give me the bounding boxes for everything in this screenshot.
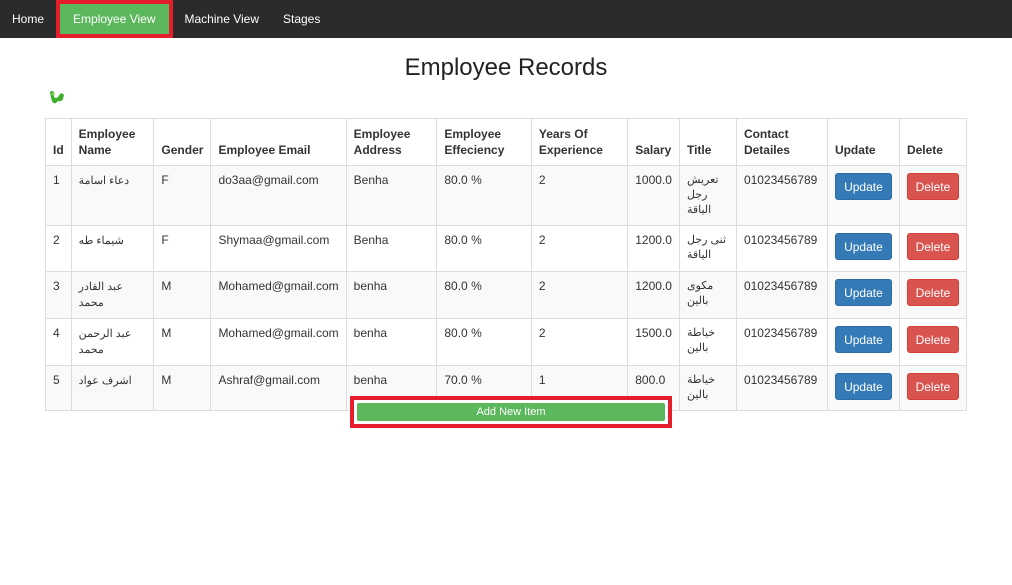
cell-email: Shymaa@gmail.com bbox=[210, 225, 347, 272]
header-email: Employee Email bbox=[210, 118, 347, 166]
cell-title: مكوى بالين bbox=[678, 271, 737, 319]
cell-efficiency: 80.0 % bbox=[436, 271, 532, 319]
cell-update: Update bbox=[826, 271, 900, 319]
delete-button[interactable]: Delete bbox=[906, 279, 959, 306]
cell-address: Benha bbox=[345, 165, 438, 226]
cell-title: خياطة بالين bbox=[678, 318, 737, 366]
cell-name-text: عبد القادر محمد bbox=[78, 281, 123, 309]
nav-stages-link[interactable]: Stages bbox=[271, 0, 332, 38]
cell-gender: F bbox=[153, 165, 212, 226]
header-name: Employee Name bbox=[70, 118, 155, 166]
cell-contact: 01023456789 bbox=[735, 318, 828, 366]
cell-experience: 2 bbox=[530, 271, 629, 319]
cell-experience: 2 bbox=[530, 165, 629, 226]
cell-email: Mohamed@gmail.com bbox=[210, 271, 347, 319]
cell-contact: 01023456789 bbox=[735, 365, 828, 411]
cell-id: 3 bbox=[45, 271, 72, 319]
cell-id: 1 bbox=[45, 165, 72, 226]
header-address: Employee Address bbox=[345, 118, 438, 166]
cell-name: اشرف عواد bbox=[70, 365, 155, 411]
cell-name-text: اشرف عواد bbox=[78, 375, 132, 387]
top-navbar: Home Employee View Machine View Stages bbox=[0, 0, 1012, 38]
header-update: Update bbox=[826, 118, 900, 166]
cell-gender: M bbox=[153, 271, 212, 319]
add-new-item-button[interactable]: Add New Item bbox=[357, 403, 665, 421]
cell-name-text: شيماء طه bbox=[78, 235, 124, 247]
cell-delete: Delete bbox=[898, 365, 968, 411]
cell-name-text: عبد الرحمن محمد bbox=[78, 328, 132, 356]
header-id: Id bbox=[45, 118, 72, 166]
cell-contact: 01023456789 bbox=[735, 165, 828, 226]
update-button[interactable]: Update bbox=[834, 233, 892, 260]
cell-update: Update bbox=[826, 318, 900, 366]
cell-title: تعريش رجل الياقة bbox=[678, 165, 737, 226]
delete-button[interactable]: Delete bbox=[906, 326, 959, 353]
add-item-highlight: Add New Item bbox=[350, 396, 672, 428]
cell-email: Ashraf@gmail.com bbox=[210, 365, 347, 411]
cell-name-text: دعاء اسامة bbox=[78, 175, 130, 187]
cell-experience: 2 bbox=[530, 225, 629, 272]
update-button[interactable]: Update bbox=[834, 173, 892, 200]
cell-name: شيماء طه bbox=[70, 225, 155, 272]
cell-email: Mohamed@gmail.com bbox=[210, 318, 347, 366]
employee-records-table: Id Employee Name Gender Employee Email E… bbox=[45, 118, 968, 411]
update-button[interactable]: Update bbox=[834, 373, 892, 400]
header-delete: Delete bbox=[898, 118, 968, 166]
cell-title: خياطة بالين bbox=[678, 365, 737, 411]
cell-id: 5 bbox=[45, 365, 72, 411]
table-row: 2 شيماء طه F Shymaa@gmail.com Benha 80.0… bbox=[45, 225, 968, 272]
broken-image-icon bbox=[50, 91, 64, 104]
cell-address: Benha bbox=[345, 225, 438, 272]
cell-gender: M bbox=[153, 365, 212, 411]
cell-name: عبد الرحمن محمد bbox=[70, 318, 155, 366]
cell-email: do3aa@gmail.com bbox=[210, 165, 347, 226]
table-row: 3 عبد القادر محمد M Mohamed@gmail.com be… bbox=[45, 271, 968, 319]
update-button[interactable]: Update bbox=[834, 326, 892, 353]
delete-button[interactable]: Delete bbox=[906, 233, 959, 260]
cell-update: Update bbox=[826, 225, 900, 272]
update-button[interactable]: Update bbox=[834, 279, 892, 306]
table-header-row: Id Employee Name Gender Employee Email E… bbox=[45, 118, 968, 166]
cell-salary: 1200.0 bbox=[627, 225, 680, 272]
cell-gender: F bbox=[153, 225, 212, 272]
cell-delete: Delete bbox=[898, 318, 968, 366]
cell-delete: Delete bbox=[898, 225, 968, 272]
cell-address: benha bbox=[345, 318, 438, 366]
cell-contact: 01023456789 bbox=[735, 271, 828, 319]
cell-efficiency: 80.0 % bbox=[436, 318, 532, 366]
header-gender: Gender bbox=[153, 118, 212, 166]
cell-efficiency: 80.0 % bbox=[436, 165, 532, 226]
cell-title: ثنى رجل الياقة bbox=[678, 225, 737, 272]
delete-button[interactable]: Delete bbox=[906, 373, 959, 400]
cell-update: Update bbox=[826, 365, 900, 411]
cell-name: عبد القادر محمد bbox=[70, 271, 155, 319]
cell-delete: Delete bbox=[898, 165, 968, 226]
cell-id: 4 bbox=[45, 318, 72, 366]
cell-update: Update bbox=[826, 165, 900, 226]
header-experience: Years Of Experience bbox=[530, 118, 629, 166]
nav-machine-view-link[interactable]: Machine View bbox=[173, 0, 271, 38]
cell-efficiency: 80.0 % bbox=[436, 225, 532, 272]
cell-delete: Delete bbox=[898, 271, 968, 319]
page-title: Employee Records bbox=[404, 54, 608, 81]
table-row: 4 عبد الرحمن محمد M Mohamed@gmail.com be… bbox=[45, 318, 968, 366]
delete-button[interactable]: Delete bbox=[906, 173, 959, 200]
nav-home-link[interactable]: Home bbox=[0, 0, 56, 38]
cell-id: 2 bbox=[45, 225, 72, 272]
header-salary: Salary bbox=[627, 118, 680, 166]
header-title: Title bbox=[678, 118, 737, 166]
cell-address: benha bbox=[345, 271, 438, 319]
cell-salary: 1000.0 bbox=[627, 165, 680, 226]
nav-employee-view-link[interactable]: Employee View bbox=[56, 0, 173, 38]
cell-salary: 1200.0 bbox=[627, 271, 680, 319]
cell-experience: 2 bbox=[530, 318, 629, 366]
cell-salary: 1500.0 bbox=[627, 318, 680, 366]
header-contact: Contact Detailes bbox=[735, 118, 828, 166]
cell-name: دعاء اسامة bbox=[70, 165, 155, 226]
cell-contact: 01023456789 bbox=[735, 225, 828, 272]
table-row: 1 دعاء اسامة F do3aa@gmail.com Benha 80.… bbox=[45, 165, 968, 226]
header-efficiency: Employee Effeciency bbox=[436, 118, 532, 166]
cell-gender: M bbox=[153, 318, 212, 366]
